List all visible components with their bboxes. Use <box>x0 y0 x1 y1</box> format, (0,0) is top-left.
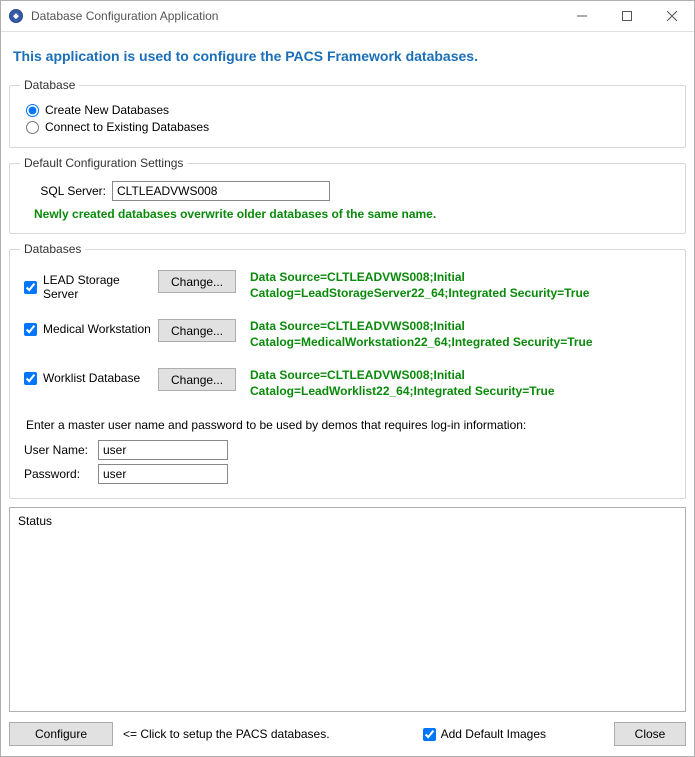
db-row-storage: LEAD Storage Server Change... Data Sourc… <box>20 270 675 301</box>
titlebar: ◆ Database Configuration Application <box>1 1 694 32</box>
maximize-button[interactable] <box>604 2 649 31</box>
status-box: Status <box>9 507 686 712</box>
status-label: Status <box>18 514 52 528</box>
window-title: Database Configuration Application <box>31 9 559 23</box>
db-check-storage[interactable]: LEAD Storage Server <box>20 270 158 301</box>
minimize-icon <box>577 11 587 21</box>
radio-create-label: Create New Databases <box>45 103 169 117</box>
db-check-medical[interactable]: Medical Workstation <box>20 319 158 336</box>
radio-create-row[interactable]: Create New Databases <box>26 103 675 117</box>
maximize-icon <box>622 11 632 21</box>
checkbox-storage[interactable] <box>24 281 37 294</box>
db-row-worklist: Worklist Database Change... Data Source=… <box>20 368 675 399</box>
config-legend: Default Configuration Settings <box>20 156 187 170</box>
checkbox-worklist[interactable] <box>24 372 37 385</box>
config-group: Default Configuration Settings SQL Serve… <box>9 156 686 234</box>
minimize-button[interactable] <box>559 2 604 31</box>
close-button-footer[interactable]: Close <box>614 722 686 746</box>
db-conn-medical: Data Source=CLTLEADVWS008;Initial Catalo… <box>246 319 675 350</box>
add-images-check-row[interactable]: Add Default Images <box>423 727 546 741</box>
checkbox-medical[interactable] <box>24 323 37 336</box>
footer: Configure <= Click to setup the PACS dat… <box>9 718 686 748</box>
headline-text: This application is used to configure th… <box>13 48 686 64</box>
password-label: Password: <box>24 467 98 481</box>
username-label: User Name: <box>24 443 98 457</box>
db-label-medical: Medical Workstation <box>43 322 151 336</box>
db-label-worklist: Worklist Database <box>43 371 140 385</box>
db-conn-worklist: Data Source=CLTLEADVWS008;Initial Catalo… <box>246 368 675 399</box>
db-row-medical: Medical Workstation Change... Data Sourc… <box>20 319 675 350</box>
configure-button[interactable]: Configure <box>9 722 113 746</box>
db-label-storage: LEAD Storage Server <box>43 273 158 301</box>
radio-connect-label: Connect to Existing Databases <box>45 120 209 134</box>
content-area: This application is used to configure th… <box>1 32 694 756</box>
password-input[interactable] <box>98 464 228 484</box>
databases-legend: Databases <box>20 242 85 256</box>
change-button-storage[interactable]: Change... <box>158 270 236 293</box>
radio-connect-row[interactable]: Connect to Existing Databases <box>26 120 675 134</box>
footer-hint: <= Click to setup the PACS databases. <box>123 727 330 741</box>
change-button-worklist[interactable]: Change... <box>158 368 236 391</box>
app-icon: ◆ <box>8 8 24 24</box>
db-conn-storage: Data Source=CLTLEADVWS008;Initial Catalo… <box>246 270 675 301</box>
radio-connect[interactable] <box>26 121 39 134</box>
add-images-checkbox[interactable] <box>423 728 436 741</box>
master-note: Enter a master user name and password to… <box>26 418 675 432</box>
radio-create[interactable] <box>26 104 39 117</box>
close-icon <box>667 11 677 21</box>
databases-group: Databases LEAD Storage Server Change... … <box>9 242 686 499</box>
overwrite-note: Newly created databases overwrite older … <box>34 207 675 221</box>
close-button[interactable] <box>649 2 694 31</box>
sql-server-label: SQL Server: <box>20 184 112 198</box>
add-images-label: Add Default Images <box>441 727 546 741</box>
database-group: Database Create New Databases Connect to… <box>9 78 686 148</box>
sql-server-input[interactable] <box>112 181 330 201</box>
window-controls <box>559 2 694 31</box>
database-legend: Database <box>20 78 79 92</box>
db-check-worklist[interactable]: Worklist Database <box>20 368 158 385</box>
change-button-medical[interactable]: Change... <box>158 319 236 342</box>
username-input[interactable] <box>98 440 228 460</box>
